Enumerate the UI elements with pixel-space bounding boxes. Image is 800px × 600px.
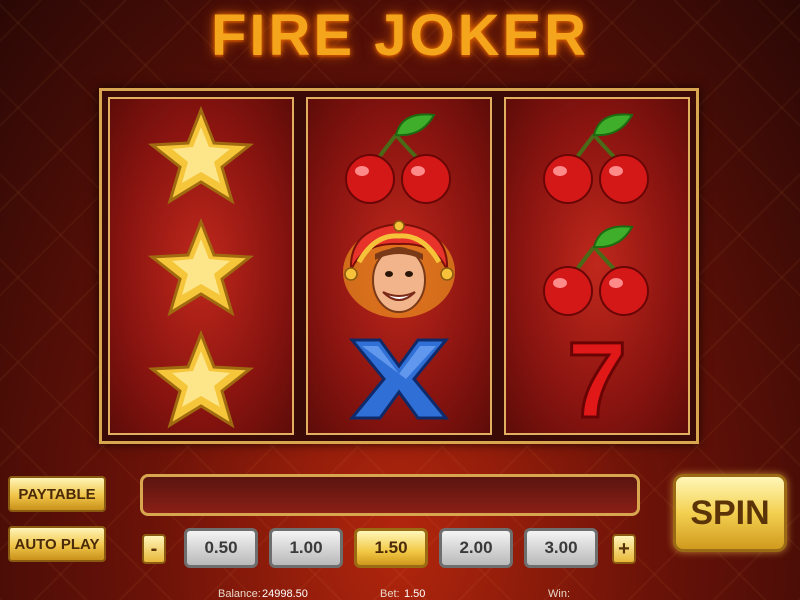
message-bar xyxy=(140,474,640,516)
joker-symbol xyxy=(308,211,490,323)
cherry-symbol xyxy=(506,211,688,323)
bet-option-selected[interactable]: 1.50 xyxy=(354,528,428,568)
cherry-symbol xyxy=(308,99,490,211)
bet-value: 1.50 xyxy=(404,588,426,600)
star-icon xyxy=(147,329,255,429)
cherry-icon xyxy=(345,113,451,204)
balance-value: 24998.50 xyxy=(262,588,308,600)
cherry-symbol xyxy=(506,99,688,211)
star-symbol xyxy=(110,99,292,211)
star-symbol xyxy=(110,211,292,323)
status-bar: Balance: 24998.50 Bet: 1.50 Win: xyxy=(0,588,800,600)
x-icon xyxy=(348,338,450,420)
cherry-icon xyxy=(543,225,649,316)
autoplay-button[interactable]: AUTO PLAY xyxy=(8,526,106,562)
seven-icon: 7 xyxy=(565,329,628,429)
star-icon xyxy=(147,217,255,317)
increase-bet-button[interactable]: + xyxy=(612,534,636,564)
seven-symbol: 7 xyxy=(506,323,688,435)
game-title: FIRE JOKER xyxy=(210,3,590,68)
bet-option[interactable]: 1.00 xyxy=(269,528,343,568)
star-symbol xyxy=(110,323,292,435)
reel-2 xyxy=(306,97,492,435)
joker-icon xyxy=(343,220,455,318)
decrease-bet-button[interactable]: - xyxy=(142,534,166,564)
reel-grid: 7 xyxy=(99,88,699,444)
x-symbol xyxy=(308,323,490,435)
win-label: Win: xyxy=(548,588,570,600)
cherry-icon xyxy=(543,113,649,204)
paytable-button[interactable]: PAYTABLE xyxy=(8,476,106,512)
balance-label: Balance: xyxy=(218,588,261,600)
reel-3: 7 xyxy=(504,97,690,435)
bet-selector: - 0.50 1.00 1.50 2.00 3.00 + xyxy=(142,528,642,568)
bet-option[interactable]: 3.00 xyxy=(524,528,598,568)
seven-glyph: 7 xyxy=(567,329,627,429)
reel-1 xyxy=(108,97,294,435)
spin-button[interactable]: SPIN xyxy=(673,474,787,552)
bet-option[interactable]: 2.00 xyxy=(439,528,513,568)
bet-label: Bet: xyxy=(380,588,400,600)
bet-option[interactable]: 0.50 xyxy=(184,528,258,568)
star-icon xyxy=(147,105,255,205)
